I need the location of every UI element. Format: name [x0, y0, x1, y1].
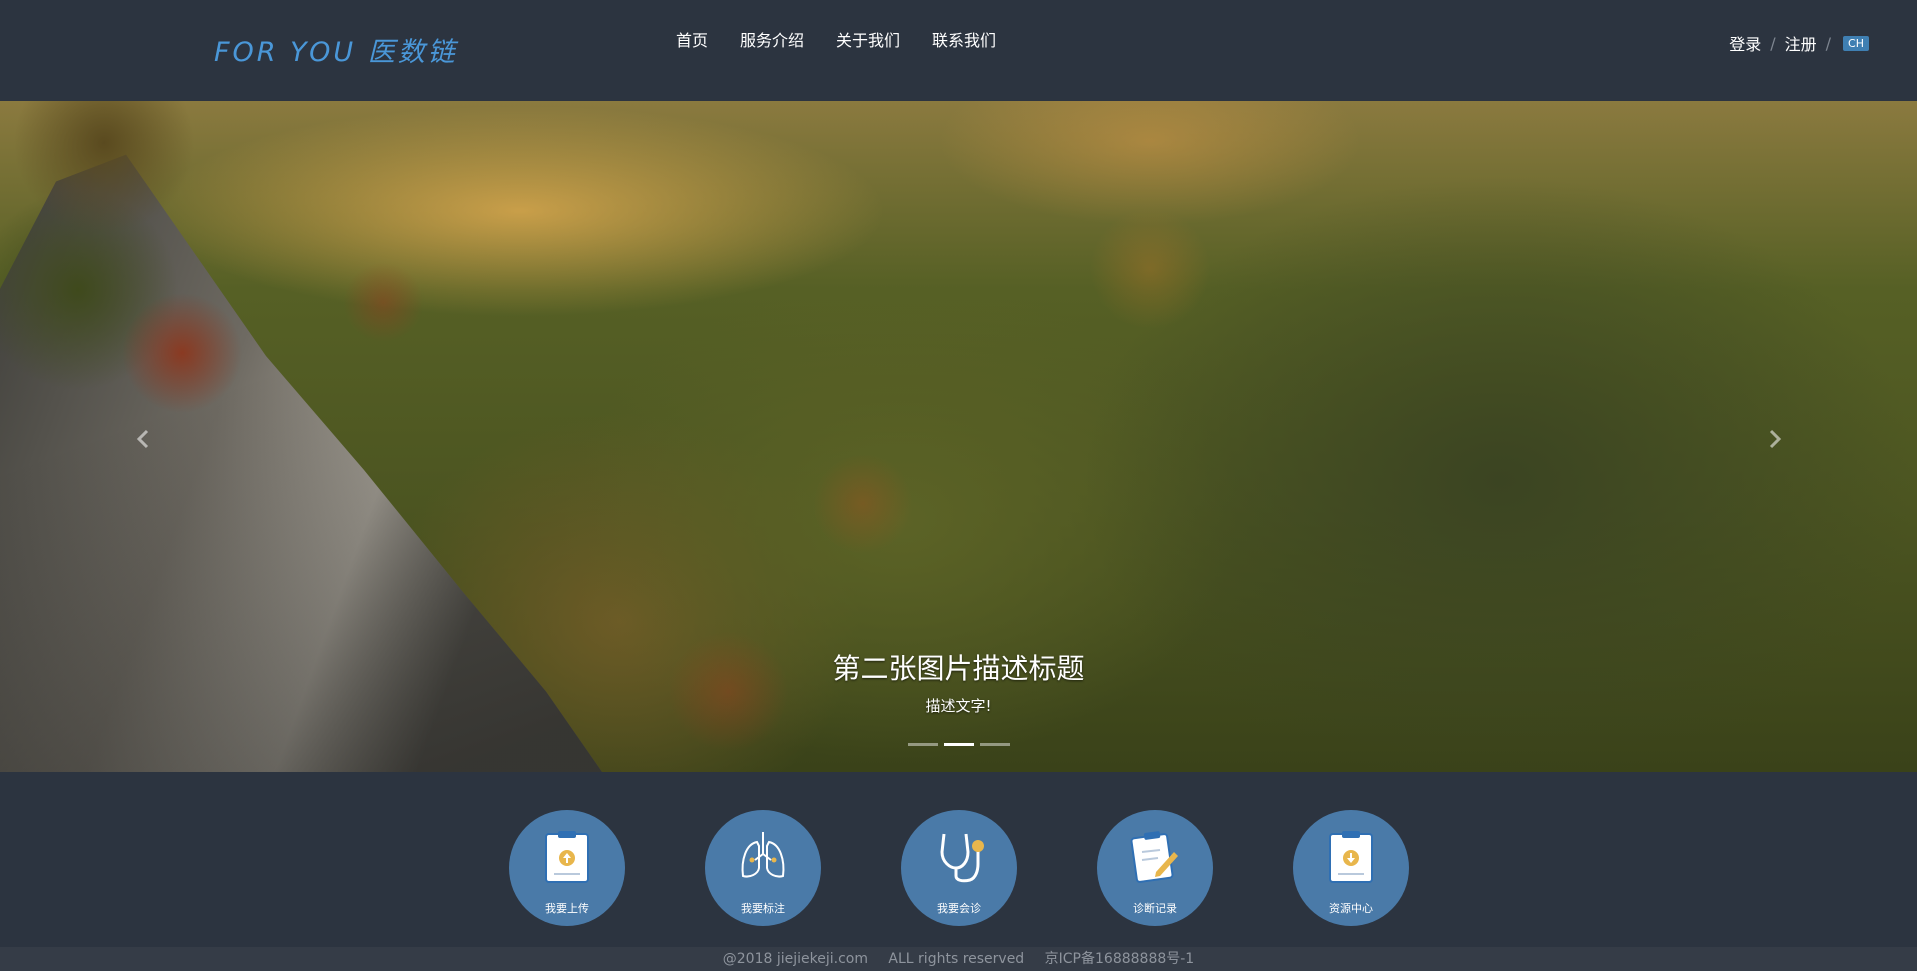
carousel-prev-button[interactable]: [128, 419, 158, 459]
clipboard-pen-icon: [1130, 831, 1178, 883]
register-link[interactable]: 注册: [1785, 31, 1817, 55]
carousel-indicator-3[interactable]: [979, 743, 1010, 746]
footer-icp[interactable]: 京ICP备16888888号-1: [1045, 951, 1195, 967]
carousel-indicator-1[interactable]: [907, 743, 938, 746]
clipboard-upload-icon: [545, 831, 589, 883]
page-footer: @2018 jiejiekeji.com ALL rights reserved…: [0, 947, 1917, 971]
slide-caption: 第二张图片描述标题 描述文字!: [0, 647, 1917, 716]
hero-carousel: 第二张图片描述标题 描述文字!: [0, 101, 1917, 772]
user-nav: 登录 / 注册 / CH: [1729, 31, 1869, 55]
service-shortcuts: 我要上传 我要标注 我要会诊 诊断记录 资源中心: [0, 772, 1917, 947]
service-label: 资源中心: [1329, 902, 1373, 915]
footer-rights: ALL rights reserved: [888, 951, 1025, 967]
nav-contact[interactable]: 联系我们: [932, 27, 996, 51]
carousel-next-button[interactable]: [1760, 419, 1790, 459]
lungs-icon: [741, 832, 785, 878]
slide-title: 第二张图片描述标题: [832, 652, 1085, 685]
service-label: 我要标注: [741, 902, 785, 915]
nav-home[interactable]: 首页: [676, 27, 708, 51]
service-label: 诊断记录: [1133, 902, 1177, 915]
main-nav: 首页 服务介绍 关于我们 联系我们: [676, 27, 1028, 51]
carousel-indicator-2[interactable]: [943, 743, 974, 746]
nav-about[interactable]: 关于我们: [836, 27, 900, 51]
login-link[interactable]: 登录: [1729, 31, 1761, 55]
service-annotate[interactable]: 我要标注: [705, 810, 821, 926]
service-label: 我要会诊: [937, 902, 981, 915]
service-resources[interactable]: 资源中心: [1293, 810, 1409, 926]
chevron-right-icon: [1769, 429, 1782, 449]
service-label: 我要上传: [545, 902, 589, 915]
site-logo[interactable]: FOR YOU 医数链: [214, 30, 458, 69]
stethoscope-icon: [940, 833, 984, 883]
chevron-left-icon: [136, 429, 149, 449]
separator: /: [1825, 33, 1832, 53]
clipboard-download-icon: [1329, 831, 1373, 883]
footer-copyright: @2018 jiejiekeji.com: [722, 951, 868, 967]
nav-services[interactable]: 服务介绍: [740, 27, 804, 51]
separator: /: [1770, 33, 1776, 53]
service-records[interactable]: 诊断记录: [1097, 810, 1213, 926]
language-switch[interactable]: CH: [1843, 35, 1869, 51]
top-header: FOR YOU 医数链 首页 服务介绍 关于我们 联系我们 登录 / 注册 / …: [0, 0, 1917, 101]
carousel-indicators: [0, 743, 1917, 746]
service-upload[interactable]: 我要上传: [509, 810, 625, 926]
service-consult[interactable]: 我要会诊: [901, 810, 1017, 926]
slide-subtitle: 描述文字!: [925, 697, 992, 715]
